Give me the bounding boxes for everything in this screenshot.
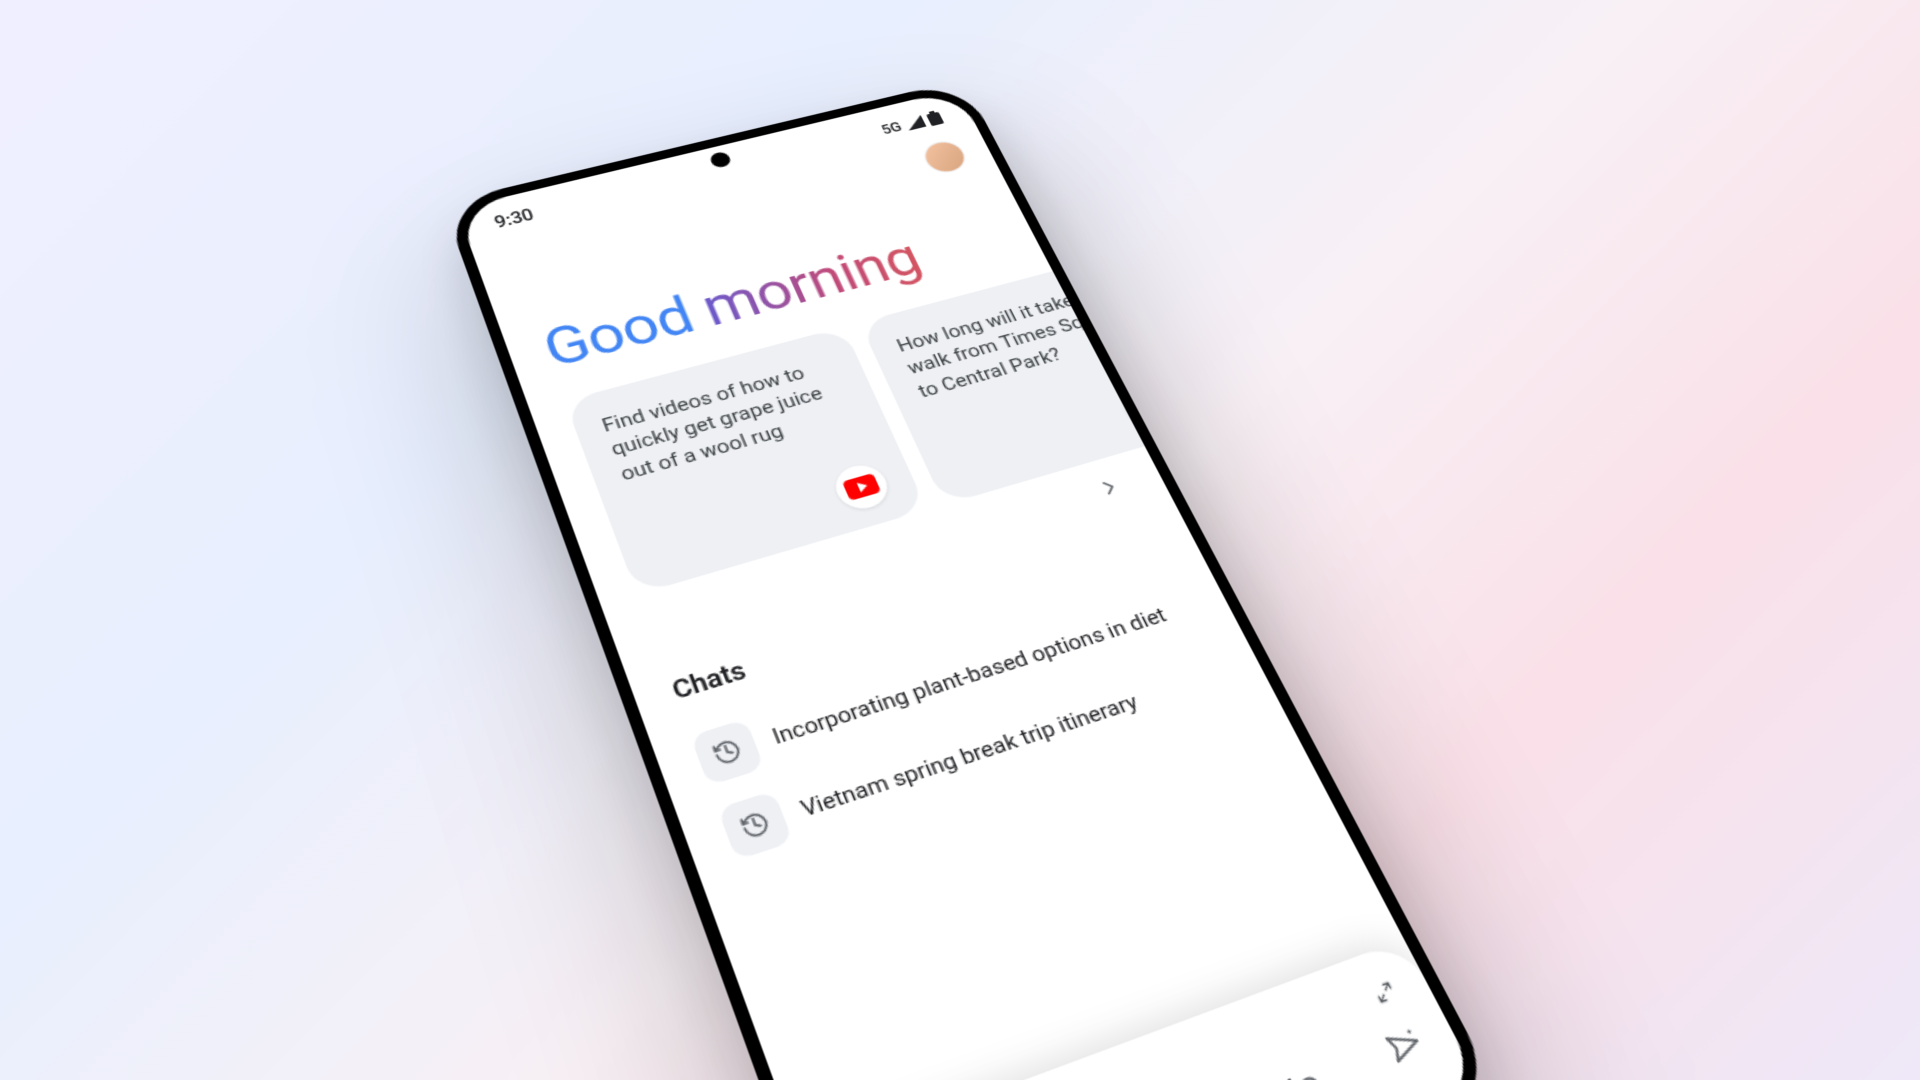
history-icon: [690, 719, 765, 786]
battery-icon: [925, 110, 944, 126]
chat-title: Vietnam spring break trip itinerary: [797, 689, 1142, 823]
youtube-icon: [829, 460, 895, 514]
greeting-word-1: Good: [535, 285, 702, 380]
chat-item[interactable]: Vietnam spring break trip itinerary: [713, 639, 1242, 873]
maps-icon: [1116, 379, 1145, 430]
clock: 9:30: [492, 207, 536, 233]
profile-avatar[interactable]: [920, 139, 969, 175]
send-icon[interactable]: [1380, 1022, 1433, 1075]
chevron-right-icon[interactable]: [1092, 473, 1129, 506]
text-input[interactable]: Type, talk, or share a photo: [867, 1020, 1434, 1080]
input-placeholder: Type, talk, or share a photo: [892, 1040, 1388, 1080]
network-label: 5G: [879, 119, 905, 137]
input-sheet: Type, talk, or share a photo: [803, 939, 1484, 1080]
phone-frame: 9:30 5G Good m: [442, 79, 1503, 1080]
expand-icon[interactable]: [1368, 977, 1403, 1014]
chat-title: Incorporating plant-based options in die…: [769, 603, 1171, 750]
suggestion-card-peek[interactable]: H: [1133, 271, 1144, 422]
history-icon: [717, 790, 793, 860]
signal-icon: [903, 115, 926, 131]
screen: 9:30 5G Good m: [456, 89, 1484, 1080]
